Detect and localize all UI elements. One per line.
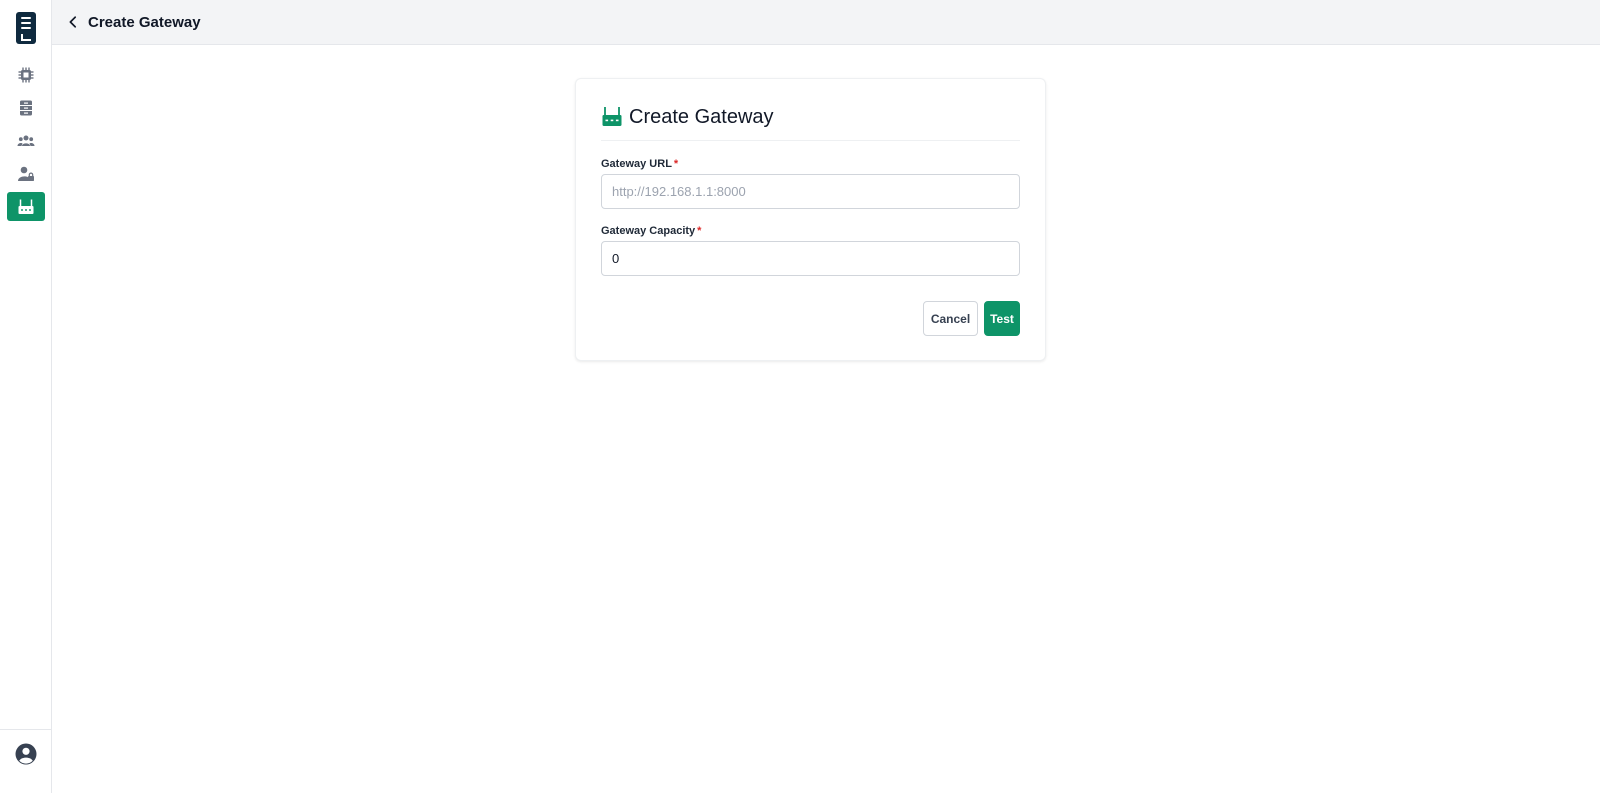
required-marker: * xyxy=(673,158,679,170)
account-button[interactable] xyxy=(15,743,37,765)
account-icon xyxy=(15,743,37,765)
required-marker: * xyxy=(697,225,702,237)
sidebar-item-user-access[interactable] xyxy=(7,159,45,188)
gateway-url-input[interactable] xyxy=(601,174,1020,209)
user-lock-icon xyxy=(18,166,34,181)
back-button[interactable] xyxy=(65,14,81,30)
gateway-icon xyxy=(602,107,622,126)
gateway-capacity-input[interactable] xyxy=(601,241,1020,276)
users-icon xyxy=(17,135,35,146)
card-title: Create Gateway xyxy=(629,106,774,128)
top-header: Create Gateway xyxy=(52,0,1600,45)
sidebar-item-devices[interactable] xyxy=(7,60,45,89)
sidebar-item-gateways[interactable] xyxy=(7,192,45,221)
test-button[interactable]: Test xyxy=(984,301,1020,336)
gateway-icon xyxy=(18,199,34,214)
chevron-left-icon xyxy=(69,16,77,28)
gateway-capacity-label: Gateway Capacity * xyxy=(601,225,702,237)
sidebar-divider xyxy=(0,729,52,730)
app-root: Create Gateway Create Gateway Gateway UR… xyxy=(0,0,1600,793)
sidebar-item-servers[interactable] xyxy=(7,93,45,122)
card-header: Create Gateway xyxy=(601,104,1020,141)
app-logo[interactable] xyxy=(16,12,36,44)
server-icon xyxy=(20,100,32,115)
create-gateway-card: Create Gateway Gateway URL* Gateway Capa… xyxy=(575,78,1046,361)
cancel-button[interactable]: Cancel xyxy=(923,301,978,336)
gateway-url-label: Gateway URL * xyxy=(601,158,679,170)
sidebar xyxy=(0,0,52,793)
page-title: Create Gateway xyxy=(88,13,201,31)
chip-icon xyxy=(18,67,34,82)
sidebar-item-groups[interactable] xyxy=(7,126,45,155)
